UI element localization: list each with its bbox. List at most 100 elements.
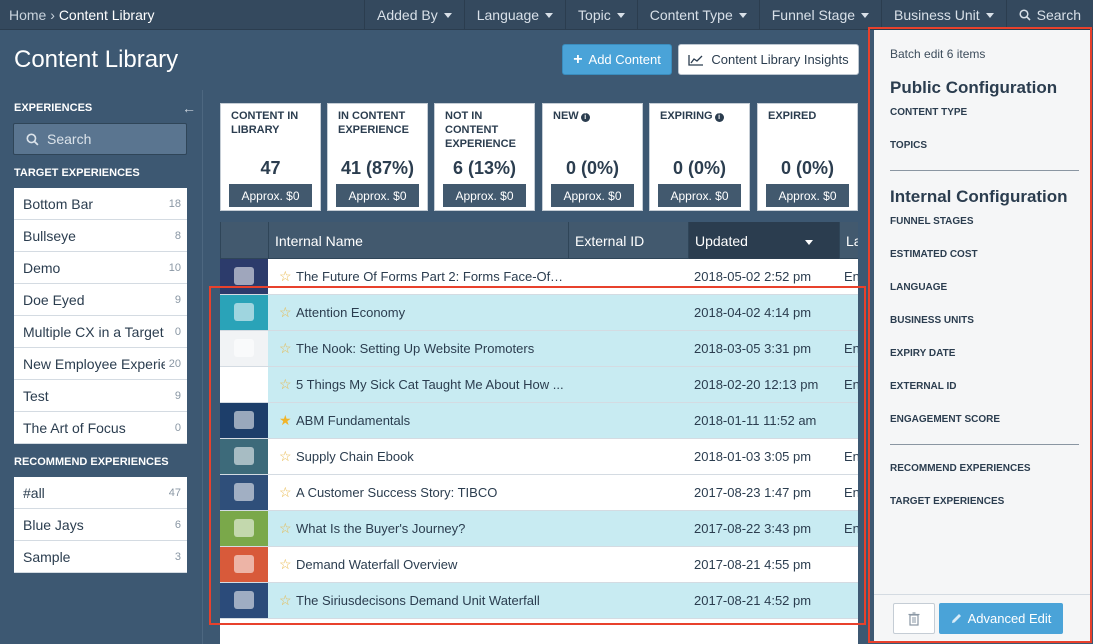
field-estimated-cost[interactable]: ESTIMATED COST	[890, 249, 978, 260]
experience-list-item[interactable]: Doe Eyed 9	[14, 284, 187, 316]
stat-label: EXPIRED	[768, 109, 853, 123]
thumbnail-graphic	[234, 303, 254, 321]
add-content-button[interactable]: + Add Content	[562, 44, 672, 75]
experience-list-item[interactable]: New Employee Experie... 20	[14, 348, 187, 380]
filter-added-by[interactable]: Added By	[364, 0, 464, 30]
plus-icon: +	[573, 50, 583, 68]
star-outline-icon[interactable]: ☆	[279, 448, 292, 464]
filter-content-type[interactable]: Content Type	[636, 0, 759, 30]
caret-down-icon	[861, 12, 870, 18]
field-target-experiences[interactable]: TARGET EXPERIENCES	[890, 496, 1004, 507]
content-library-insights-button[interactable]: Content Library Insights	[678, 44, 859, 75]
search-placeholder: Search	[47, 131, 92, 147]
internal-name[interactable]: Demand Waterfall Overview	[296, 557, 566, 572]
field-expiry-date[interactable]: EXPIRY DATE	[890, 348, 955, 359]
stat-card[interactable]: IN CONTENT EXPERIENCE 41 (87%) Approx. $0	[327, 103, 428, 211]
experience-list-item[interactable]: Bottom Bar 18	[14, 188, 187, 220]
table-row[interactable]: ☆ Attention Economy 2018-04-02 4:14 pm	[220, 295, 858, 331]
experience-list-item[interactable]: Sample 3	[14, 541, 187, 573]
internal-name[interactable]: A Customer Success Story: TIBCO	[296, 485, 566, 500]
experience-list-item[interactable]: #all 47	[14, 477, 187, 509]
stat-card[interactable]: NEW i 0 (0%) Approx. $0	[542, 103, 643, 211]
sort-descending-icon	[805, 240, 813, 245]
star-outline-icon[interactable]: ☆	[279, 556, 292, 572]
stat-card[interactable]: EXPIRED 0 (0%) Approx. $0	[757, 103, 858, 211]
nav-search[interactable]: Search	[1005, 0, 1093, 30]
experience-label: New Employee Experie...	[23, 355, 165, 372]
star-outline-icon[interactable]: ☆	[279, 592, 292, 608]
arrow-left-icon[interactable]: ←	[182, 100, 196, 116]
table-row[interactable]: ☆ The Nook: Setting Up Website Promoters 2…	[220, 331, 858, 367]
table-row-partial	[220, 619, 858, 644]
field-language[interactable]: LANGUAGE	[890, 282, 947, 293]
field-topics[interactable]: TOPICS	[890, 140, 927, 151]
target-experiences-list: Bottom Bar 18 Bullseye 8 Demo 10 Doe Eyed 9 Mult…	[14, 188, 187, 444]
table-row[interactable]: ★ ABM Fundamentals 2018-01-11 11:52 am	[220, 403, 858, 439]
internal-name[interactable]: The Future Of Forms Part 2: Forms Face-O…	[296, 269, 566, 284]
page-title: Content Library	[14, 46, 179, 73]
table-row[interactable]: ☆ A Customer Success Story: TIBCO 2017-08-…	[220, 475, 858, 511]
star-outline-icon[interactable]: ☆	[279, 304, 292, 320]
filter-business-unit[interactable]: Business Unit	[881, 0, 1006, 30]
panel-footer: Advanced Edit	[874, 594, 1091, 642]
internal-name[interactable]: The Nook: Setting Up Website Promoters	[296, 341, 566, 356]
internal-name[interactable]: What Is the Buyer's Journey?	[296, 521, 566, 536]
advanced-edit-button[interactable]: Advanced Edit	[939, 603, 1063, 634]
field-external-id[interactable]: EXTERNAL ID	[890, 381, 957, 392]
field-business-units[interactable]: BUSINESS UNITS	[890, 315, 974, 326]
delete-button[interactable]	[893, 603, 935, 634]
filter-funnel-stage[interactable]: Funnel Stage	[758, 0, 881, 30]
table-row[interactable]: ☆ Demand Waterfall Overview 2017-08-21 4:5…	[220, 547, 858, 583]
column-language[interactable]: La	[839, 222, 858, 259]
table-row[interactable]: ☆ Supply Chain Ebook 2018-01-03 3:05 pm En	[220, 439, 858, 475]
filter-topic[interactable]: Topic	[565, 0, 637, 30]
experience-list-item[interactable]: Bullseye 8	[14, 220, 187, 252]
internal-name[interactable]: Supply Chain Ebook	[296, 449, 566, 464]
stat-card[interactable]: EXPIRING i 0 (0%) Approx. $0	[649, 103, 750, 211]
internal-name[interactable]: The Siriusdecisons Demand Unit Waterfall	[296, 593, 566, 608]
thumbnail-graphic	[234, 555, 254, 573]
field-recommend-experiences[interactable]: RECOMMEND EXPERIENCES	[890, 463, 1031, 474]
thumbnail-image	[220, 547, 268, 582]
star-outline-icon[interactable]: ☆	[279, 376, 292, 392]
experience-list-item[interactable]: Multiple CX in a Target 0	[14, 316, 187, 348]
star-outline-icon[interactable]: ☆	[279, 268, 292, 284]
column-external-id[interactable]: External ID	[568, 222, 688, 259]
experience-list-item[interactable]: Test 9	[14, 380, 187, 412]
updated-date: 2017-08-21 4:52 pm	[694, 593, 812, 608]
batch-edit-panel: Batch edit 6 items Public Configuration …	[874, 30, 1091, 642]
experience-list-item[interactable]: Blue Jays 6	[14, 509, 187, 541]
internal-name[interactable]: ABM Fundamentals	[296, 413, 566, 428]
field-content-type[interactable]: CONTENT TYPE	[890, 107, 967, 118]
info-icon: i	[714, 113, 724, 122]
star-filled-icon[interactable]: ★	[279, 412, 292, 428]
internal-name[interactable]: 5 Things My Sick Cat Taught Me About How…	[296, 377, 566, 392]
star-outline-icon[interactable]: ☆	[279, 520, 292, 536]
experience-count: 6	[174, 518, 181, 531]
experience-list-item[interactable]: Demo 10	[14, 252, 187, 284]
field-engagement-score[interactable]: ENGAGEMENT SCORE	[890, 414, 1000, 425]
table-row[interactable]: ☆ What Is the Buyer's Journey? 2017-08-22 …	[220, 511, 858, 547]
experiences-search-input[interactable]: Search	[13, 123, 187, 155]
field-funnel-stages[interactable]: FUNNEL STAGES	[890, 216, 974, 227]
filter-language[interactable]: Language	[463, 0, 565, 30]
stat-cost-badge: Approx. $0	[551, 184, 634, 207]
internal-name[interactable]: Attention Economy	[296, 305, 566, 320]
stat-card[interactable]: CONTENT IN LIBRARY 47 Approx. $0	[220, 103, 321, 211]
star-outline-icon[interactable]: ☆	[279, 340, 292, 356]
stat-value: 41 (87%)	[340, 158, 415, 178]
caret-down-icon	[443, 12, 452, 18]
stat-label-text: NEW	[553, 110, 579, 122]
experience-label: The Art of Focus	[23, 419, 126, 436]
column-updated[interactable]: Updated	[688, 222, 839, 259]
table-row[interactable]: ☆ The Future Of Forms Part 2: Forms Face-…	[220, 259, 858, 295]
filter-label: Content Type	[649, 7, 733, 23]
stat-card[interactable]: NOT IN CONTENT EXPERIENCE 6 (13%) Approx. …	[434, 103, 535, 211]
table-row[interactable]: ☆ The Siriusdecisons Demand Unit Waterfal…	[220, 583, 858, 619]
column-internal-name[interactable]: Internal Name	[268, 222, 568, 259]
table-row[interactable]: ☆ 5 Things My Sick Cat Taught Me About Ho…	[220, 367, 858, 403]
star-outline-icon[interactable]: ☆	[279, 484, 292, 500]
thumbnail-image	[220, 439, 268, 474]
breadcrumb-home[interactable]: Home	[9, 7, 46, 23]
experience-list-item[interactable]: The Art of Focus 0	[14, 412, 187, 444]
